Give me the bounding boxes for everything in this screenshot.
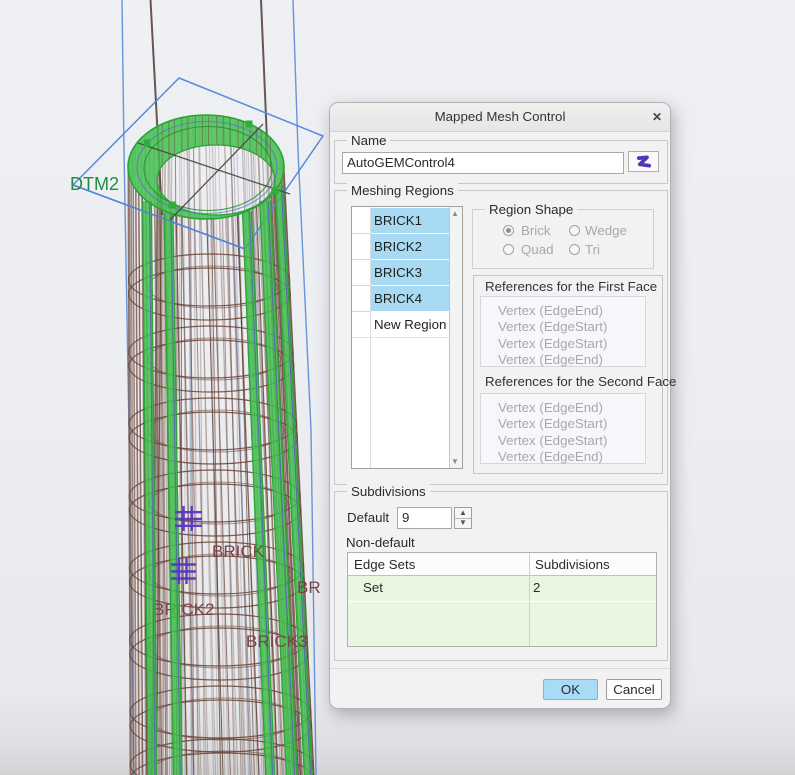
svg-text:BRICK2: BRICK2 bbox=[153, 600, 214, 619]
svg-text:BRICK: BRICK bbox=[212, 542, 265, 561]
svg-text:BR: BR bbox=[297, 578, 321, 597]
svg-text:BRICK3: BRICK3 bbox=[246, 632, 307, 651]
svg-text:DTM2: DTM2 bbox=[70, 174, 119, 194]
